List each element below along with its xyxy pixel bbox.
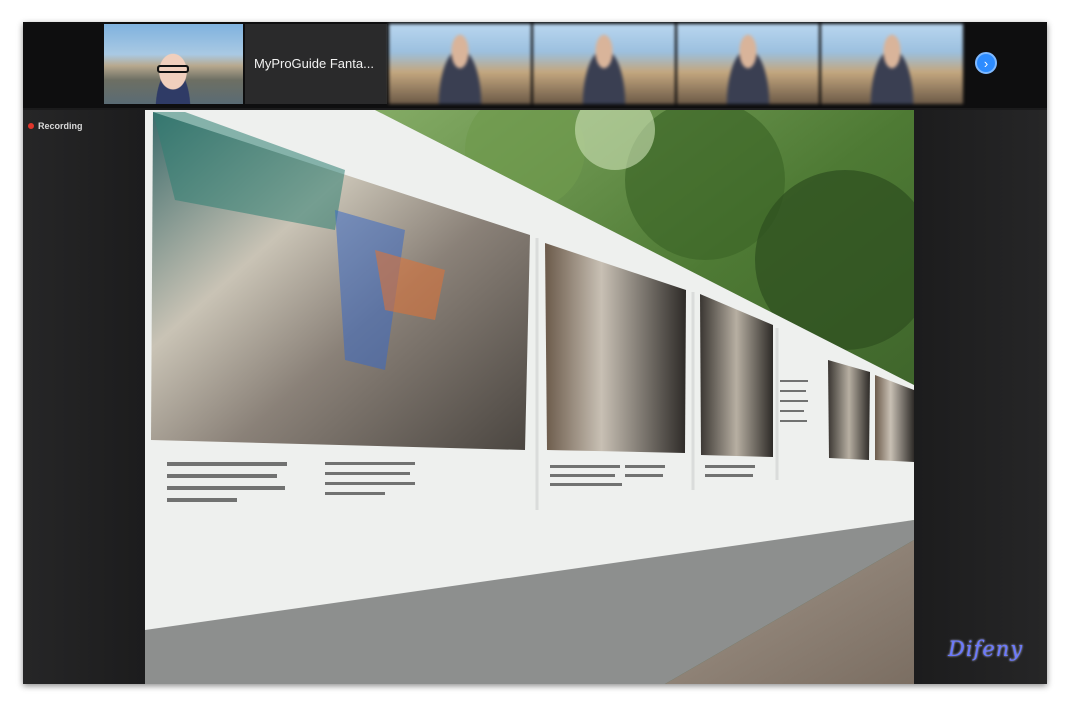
participant-name-label: MyProGuide Fanta... [254,56,374,71]
participant-silhouette [433,34,487,104]
recording-label: Recording [38,121,83,131]
next-participants-button[interactable]: › [975,52,997,74]
right-gutter [914,110,1047,684]
participant-video-icon [148,50,198,104]
participant-silhouette [721,34,775,104]
recording-dot-icon [28,123,34,129]
left-gutter [23,110,145,684]
participant-tile-self[interactable] [104,24,243,104]
recording-indicator: Recording [28,121,83,131]
participant-tile-name[interactable]: MyProGuide Fanta... [245,24,387,104]
participant-tile[interactable] [821,24,963,104]
participant-tile[interactable] [677,24,819,104]
glasses-shape [157,65,189,73]
participant-tile[interactable] [389,24,531,104]
shared-screen[interactable] [145,110,914,684]
participant-silhouette [865,34,919,104]
exhibition-photo [145,110,914,684]
video-call-window: MyProGuide Fanta... › Recording Difeny [23,22,1047,684]
chevron-right-icon: › [983,55,989,71]
watermark-text: Difeny [948,637,1024,661]
participant-strip: MyProGuide Fanta... › [23,22,1047,108]
participant-tile[interactable] [533,24,675,104]
participant-silhouette [577,34,631,104]
